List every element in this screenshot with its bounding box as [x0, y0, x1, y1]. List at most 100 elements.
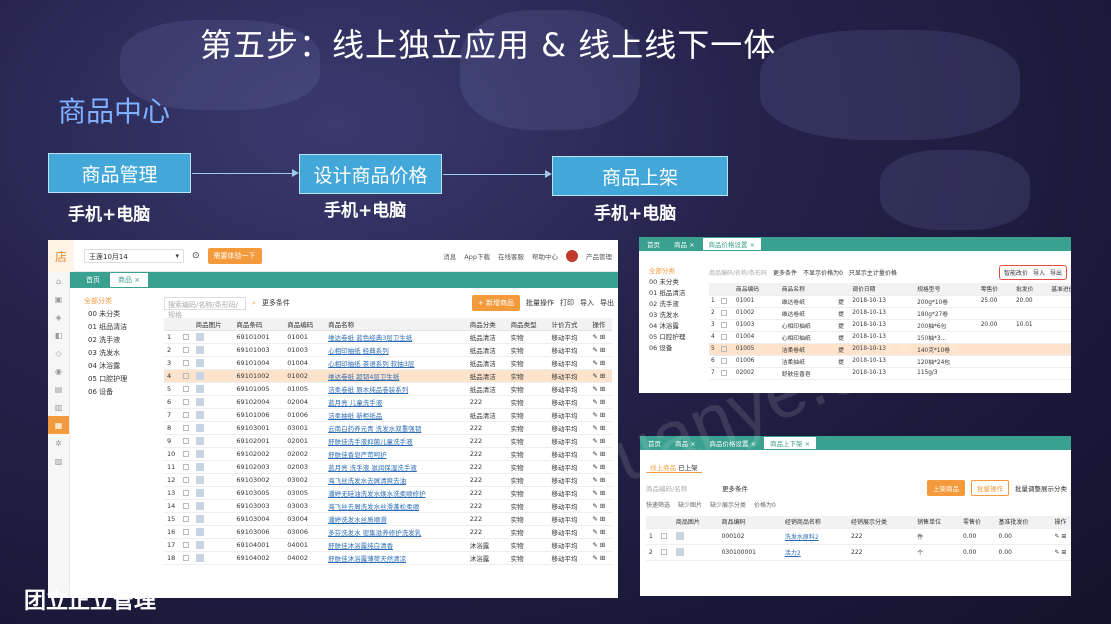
category-item[interactable]: 00 未分类 [645, 276, 705, 287]
table-row[interactable]: 13 69103005 03005 潘婷无硅油洗发水焕水洗柔顺修护 222 实物 移动平均 ✎… [164, 486, 612, 500]
product-name-link[interactable]: 洁柔抽纸 新柜纸品 [325, 408, 467, 422]
search-input[interactable]: 搜索编码/名称/条形码/规格 [164, 296, 246, 319]
checkbox-icon[interactable] [182, 515, 189, 522]
product-name-link[interactable]: 多芬洗发水 密集滋养修护洗发乳 [325, 525, 467, 539]
edit-icon[interactable]: ✎ ⊞ [592, 359, 605, 367]
product-name-link[interactable]: 蓝月亮 洗手液 滋润保湿洗手液 [325, 460, 467, 474]
tab-products[interactable]: 商品 × [110, 273, 149, 287]
column-header[interactable] [164, 318, 180, 331]
column-header[interactable]: 调价日期 [850, 283, 916, 296]
checkbox-icon[interactable] [182, 346, 189, 353]
export-button[interactable]: 导出 [600, 298, 614, 308]
category-item[interactable]: 06 设备 [78, 387, 154, 400]
column-header[interactable]: 商品类型 [507, 318, 549, 331]
avatar[interactable] [566, 249, 578, 262]
product-name-link[interactable]: 舒肤佳沐浴露薄荷天然清凉 [325, 551, 467, 565]
column-header[interactable] [179, 318, 193, 331]
edit-icon[interactable]: ✎ ⊞ [592, 541, 605, 549]
row-checkbox[interactable] [179, 486, 193, 500]
product-name-link[interactable]: 舒肤佳洗手液抑菌儿童洗手液 [325, 434, 467, 448]
checkbox-icon[interactable] [182, 333, 189, 340]
row-checkbox[interactable] [179, 473, 193, 487]
row-checkbox[interactable] [657, 544, 673, 561]
gear-icon[interactable]: ✲ [48, 434, 69, 452]
column-header[interactable]: 计价方式 [548, 318, 590, 331]
category-item[interactable]: 05 口腔护理 [645, 331, 705, 342]
column-header[interactable]: 批发价 [1013, 283, 1050, 296]
table-row[interactable]: 7 69101006 01006 洁柔抽纸 新柜纸品 纸品清洁 实物 移动平均 ✎ ⊞ [164, 408, 612, 422]
product-name-link[interactable]: 心相印抽纸 茶语系列 软抽3层 [325, 356, 467, 370]
category-item[interactable]: 02 洗手液 [78, 335, 154, 348]
table-row[interactable]: 2 030100001 活力2 222 个 0.00 0.00 ✎ ⊞ [646, 544, 1071, 561]
checkbox-icon[interactable] [721, 345, 728, 352]
category-item[interactable]: 01 纸品清洁 [78, 322, 154, 335]
batch-category-button[interactable]: 批量调整展示分类 [1015, 483, 1067, 493]
checkbox-icon[interactable] [182, 450, 189, 457]
coin-icon[interactable]: ◉ [48, 362, 69, 380]
smart-price-button[interactable]: 智能改价 [1004, 268, 1028, 277]
column-header[interactable] [836, 283, 851, 296]
bag-icon[interactable]: ◧ [48, 326, 69, 344]
report-icon[interactable]: ▨ [48, 452, 69, 470]
checkbox-icon[interactable] [721, 357, 728, 364]
row-checkbox[interactable] [179, 551, 193, 565]
column-header[interactable]: 商品编码 [718, 516, 782, 529]
category-item[interactable]: 04 沐浴露 [645, 320, 705, 331]
edit-icon[interactable]: ✎ ⊞ [592, 398, 605, 406]
column-header[interactable]: 商品条码 [233, 318, 285, 331]
checkbox-icon[interactable] [660, 549, 667, 555]
edit-icon[interactable]: ✎ ⊞ [592, 372, 605, 380]
checkbox-icon[interactable] [182, 476, 189, 483]
main-unit-checkbox[interactable]: 只显示主计量价格 [849, 268, 897, 277]
edit-icon[interactable]: ✎ ⊞ [592, 437, 605, 445]
store-select[interactable]: 王莲10月14 ▾ [84, 248, 184, 263]
category-all[interactable]: 全部分类 [78, 296, 154, 309]
column-header[interactable]: 商品编码 [284, 318, 326, 331]
edit-icon[interactable]: ✎ ⊞ [592, 333, 605, 341]
table-row[interactable]: 1 000102 洗发水原料2 222 件 0.00 0.00 ✎ ⊞ [646, 528, 1071, 545]
search-input[interactable]: 商品编码/名称/条形码 [709, 268, 767, 277]
hide-zero-checkbox[interactable]: 不显示价格为0 [803, 268, 843, 277]
checkbox-icon[interactable] [182, 398, 189, 405]
category-item[interactable]: 00 未分类 [78, 309, 154, 322]
tab-price-setting[interactable]: 商品价格设置 × [702, 238, 762, 250]
edit-icon[interactable]: ✎ ⊞ [592, 476, 605, 484]
product-name-link[interactable]: 维达卷纸 超韧4层卫生纸 [325, 369, 467, 383]
column-header[interactable]: 商品分类 [466, 318, 508, 331]
checkbox-icon[interactable] [721, 333, 728, 340]
table-row[interactable]: 6 69102004 02004 蓝月亮 儿童洗手液 222 实物 移动平均 ✎ ⊞ [164, 395, 612, 409]
column-header[interactable] [646, 516, 658, 529]
column-header[interactable]: 零售价 [978, 283, 1014, 296]
checkbox-icon[interactable] [721, 309, 728, 316]
tab-home[interactable]: 首页 [78, 273, 108, 287]
row-checkbox[interactable] [179, 369, 193, 383]
row-checkbox[interactable] [179, 434, 193, 448]
user-menu[interactable]: 产品管理 [586, 251, 612, 261]
product-name-link[interactable]: 蓝月亮 儿童洗手液 [325, 395, 467, 409]
table-row[interactable]: 16 69103006 03006 多芬洗发水 密集滋养修护洗发乳 222 实物 移动平均 ✎… [164, 525, 612, 539]
row-checkbox[interactable] [179, 408, 193, 422]
checkbox-icon[interactable] [182, 502, 189, 509]
tab-products[interactable]: 商品 × [668, 238, 701, 250]
category-item[interactable]: 03 洗发水 [645, 309, 705, 320]
edit-icon[interactable]: ✎ ⊞ [592, 502, 605, 510]
table-row[interactable]: 2 69101003 01003 心相印抽纸 经典系列 纸品清洁 实物 移动平均 ✎ ⊞ [164, 343, 612, 357]
column-header[interactable]: 商品名称 [325, 318, 467, 331]
doc-icon[interactable]: ▥ [48, 398, 69, 416]
table-row[interactable]: 9 69102001 02001 舒肤佳洗手液抑菌儿童洗手液 222 实物 移动平均 ✎ ⊞ [164, 434, 612, 448]
column-header[interactable]: 零售价 [959, 516, 996, 529]
row-checkbox[interactable] [179, 343, 193, 357]
table-row[interactable]: 5 69101005 01005 洁柔卷纸 原木纯品卷装系列 纸品清洁 实物 移动平均 ✎ ⊞ [164, 382, 612, 396]
edit-icon[interactable]: ✎ ⊞ [592, 463, 605, 471]
category-item[interactable]: 05 口腔护理 [78, 374, 154, 387]
import-button[interactable]: 导入 [580, 298, 594, 308]
edit-icon[interactable]: ✎ ⊞ [592, 515, 605, 523]
edit-icon[interactable]: ✎ ⊞ [1055, 549, 1067, 556]
row-checkbox[interactable] [179, 460, 193, 474]
column-header[interactable] [719, 283, 734, 296]
import-button[interactable]: 导入 [1033, 268, 1045, 277]
settings-icon[interactable]: ⊙ [192, 251, 200, 261]
column-header[interactable]: 经销商品名称 [781, 516, 849, 529]
row-checkbox[interactable] [719, 343, 734, 356]
checkbox-icon[interactable] [182, 528, 189, 535]
